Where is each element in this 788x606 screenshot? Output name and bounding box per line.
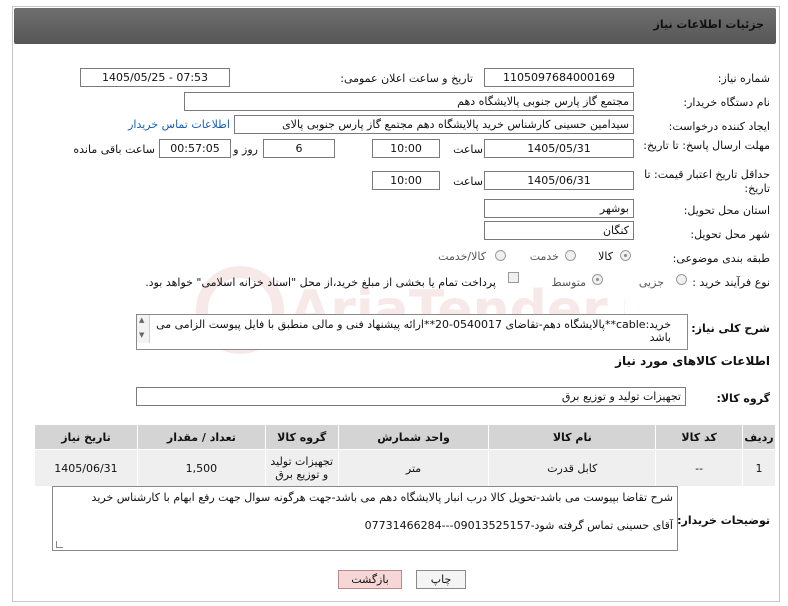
cell-unit: متر: [337, 449, 490, 487]
remaining-time-label: ساعت باقی مانده: [73, 143, 155, 156]
cell-quantity: 1,500: [136, 449, 266, 487]
cell-need-date: 1405/06/31: [34, 449, 138, 487]
buyer-notes-label: توضیحات خریدار:: [677, 514, 770, 527]
process-label: نوع فرآیند خرید :: [692, 276, 770, 289]
category-radio-service[interactable]: [565, 250, 576, 261]
buyer-org-field[interactable]: مجتمع گاز پارس جنوبی پالایشگاه دهم: [184, 92, 634, 111]
cell-item-code: --: [655, 449, 744, 487]
process-radio-minor[interactable]: [676, 274, 687, 285]
days-label: روز و: [233, 143, 258, 156]
city-label: شهر محل تحویل:: [690, 228, 770, 241]
description-textarea[interactable]: خرید:cable**پالایشگاه دهم-تقاضای 0540017…: [136, 314, 688, 350]
province-field[interactable]: بوشهر: [484, 199, 634, 218]
category-option-service: خدمت: [529, 250, 559, 263]
table-row[interactable]: 1 -- کابل قدرت متر تجهیزات تولید و توزیع…: [34, 449, 776, 487]
days-remaining-field[interactable]: 6: [263, 139, 335, 158]
reply-time-field[interactable]: 10:00: [372, 139, 440, 158]
category-radio-goods[interactable]: [620, 250, 631, 261]
category-option-goods-service: کالا/خدمت: [438, 250, 486, 263]
description-text: خرید:cable**پالایشگاه دهم-تقاضای 0540017…: [156, 318, 671, 344]
need-number-field[interactable]: 1105097684000169: [484, 68, 634, 87]
price-time-field[interactable]: 10:00: [372, 171, 440, 190]
goods-info-title: اطلاعات کالاهای مورد نیاز: [615, 354, 770, 368]
price-time-label: ساعت: [453, 175, 483, 188]
back-button[interactable]: بازگشت: [338, 570, 402, 589]
resize-grip-icon[interactable]: [56, 541, 63, 548]
buyer-notes-line2: آقای حسینی تماس گرفته شود-09013525157---…: [364, 519, 673, 532]
buyer-org-label: نام دستگاه خریدار:: [683, 96, 770, 109]
buyer-notes-textarea[interactable]: شرح تقاضا بپیوست می باشد-تحویل کالا درب …: [52, 486, 678, 551]
process-option-medium: متوسط: [551, 276, 586, 289]
announce-date-field[interactable]: 1405/05/25 - 07:53: [80, 68, 230, 87]
announce-date-label: تاریخ و ساعت اعلان عمومی:: [340, 72, 473, 85]
scroll-down-icon[interactable]: ▼: [139, 331, 144, 339]
description-scrollbar[interactable]: ▲ ▼: [137, 315, 150, 343]
cell-item-name: کابل قدرت: [488, 449, 657, 487]
col-header-quantity: تعداد / مقدار: [136, 424, 266, 450]
reply-date-field[interactable]: 1405/05/31: [484, 139, 634, 158]
province-label: استان محل تحویل:: [683, 204, 770, 217]
city-field[interactable]: کنگان: [484, 221, 634, 240]
process-radio-medium[interactable]: [592, 274, 603, 285]
col-header-group: گروه کالا: [264, 424, 339, 450]
col-header-unit: واحد شمارش: [337, 424, 490, 450]
buyer-notes-line1: شرح تقاضا بپیوست می باشد-تحویل کالا درب …: [91, 491, 673, 504]
requester-label: ایجاد کننده درخواست:: [668, 120, 770, 133]
scroll-up-icon[interactable]: ▲: [139, 316, 144, 324]
goods-group-label: گروه کالا:: [716, 392, 770, 405]
goods-group-field[interactable]: تجهیزات تولید و توزیع برق: [136, 387, 686, 406]
cell-row-number: 1: [742, 449, 776, 487]
description-label: شرح کلی نیاز:: [691, 322, 770, 335]
col-header-item-name: نام کالا: [488, 424, 657, 450]
category-radio-goods-service[interactable]: [495, 250, 506, 261]
cell-group: تجهیزات تولید و توزیع برق: [264, 449, 339, 487]
buyer-contact-link[interactable]: اطلاعات تماس خریدار: [128, 118, 230, 131]
category-option-goods: کالا: [598, 250, 613, 263]
print-button[interactable]: چاپ: [416, 570, 466, 589]
process-option-minor: جزیی: [638, 276, 664, 289]
requester-field[interactable]: سیدامین حسینی کارشناس خرید پالایشگاه دهم…: [234, 115, 634, 134]
need-number-label: شماره نیاز:: [717, 72, 770, 85]
price-validity-label: حداقل تاریخ اعتبار قیمت: تا تاریخ:: [644, 168, 770, 195]
col-header-need-date: تاریخ نیاز: [34, 424, 138, 450]
reply-time-label: ساعت: [453, 143, 483, 156]
treasury-payment-note: پرداخت تمام یا بخشی از مبلغ خرید،از محل …: [145, 276, 496, 289]
col-header-row-number: ردیف: [742, 424, 776, 450]
col-header-item-code: کد کالا: [655, 424, 744, 450]
category-label: طبقه بندی موضوعی:: [672, 252, 770, 265]
price-date-field[interactable]: 1405/06/31: [484, 171, 634, 190]
reply-deadline-label: مهلت ارسال پاسخ: تا تاریخ:: [643, 139, 770, 152]
table-header-row: ردیف کد کالا نام کالا واحد شمارش گروه کا…: [34, 424, 776, 450]
treasury-payment-checkbox[interactable]: [508, 272, 519, 283]
page-title: جزئیات اطلاعات نیاز: [653, 18, 765, 31]
remaining-time-field[interactable]: 00:57:05: [159, 139, 231, 158]
goods-table: ردیف کد کالا نام کالا واحد شمارش گروه کا…: [34, 424, 776, 487]
